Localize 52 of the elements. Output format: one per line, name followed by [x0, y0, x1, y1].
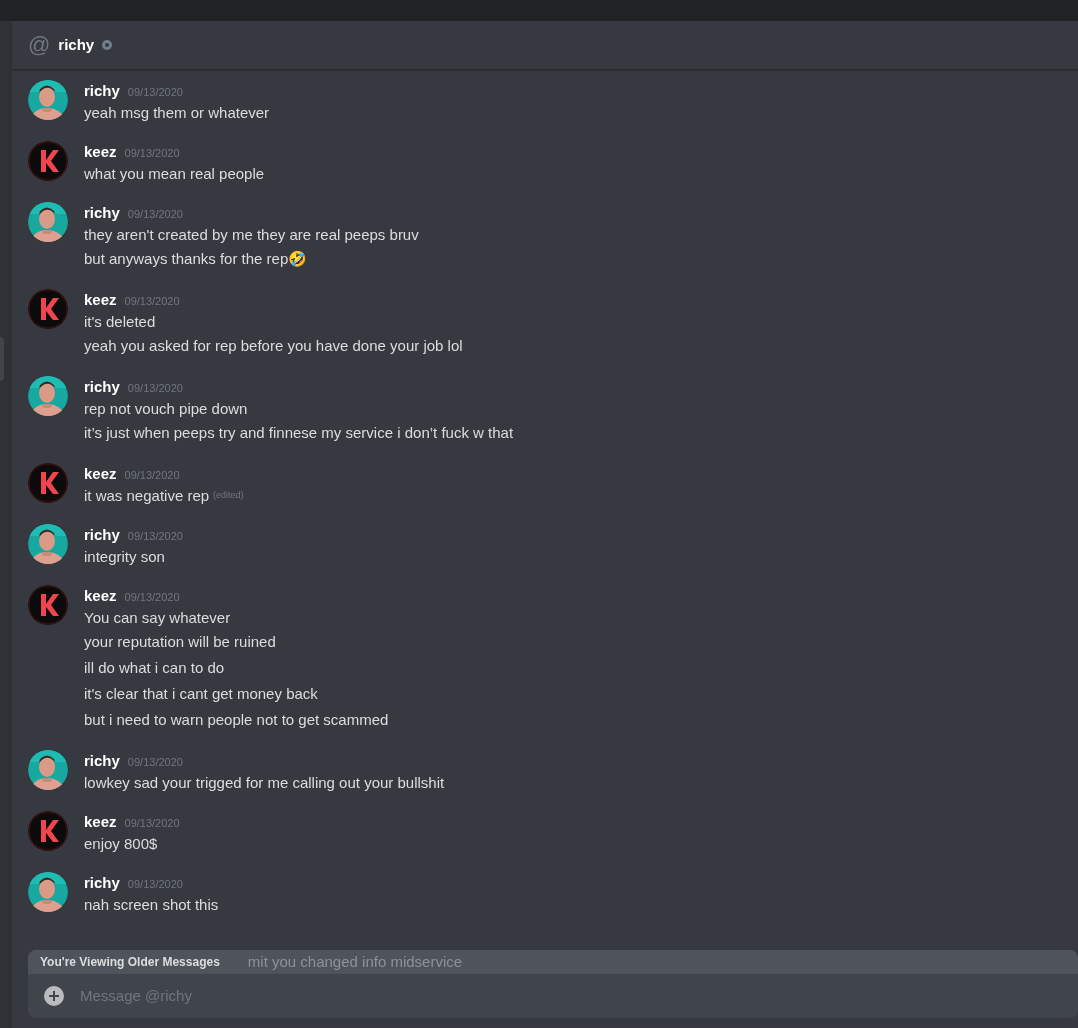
message-text: but anyways thanks for the rep🤣 — [84, 248, 308, 269]
message-text: You can say whatever — [84, 607, 231, 628]
author-name[interactable]: keez — [84, 811, 117, 834]
message-text: it was negative rep — [84, 485, 210, 506]
logo-avatar-icon — [28, 289, 68, 329]
edited-label: (edited) — [213, 489, 244, 503]
message-text: lowkey sad your trigged for me calling out your bullshit — [84, 772, 445, 793]
timestamp: 09/13/2020 — [124, 590, 180, 605]
message-text: it’s just when peeps try and finnese my service i don’t fuck w that — [84, 422, 514, 443]
add-button[interactable] — [44, 986, 64, 1006]
author-name[interactable]: keez — [84, 585, 117, 608]
message-text: integrity son — [84, 546, 165, 567]
at-icon: @ — [28, 34, 51, 56]
author-name[interactable]: richy — [84, 524, 120, 547]
timestamp: 09/13/2020 — [124, 146, 180, 161]
channel-title: richy — [58, 34, 95, 55]
message-text: what you mean real people — [84, 163, 265, 184]
covered-message-text: mit you changed info midservice — [247, 951, 463, 972]
message-text: nah screen shot this — [84, 894, 219, 915]
author-name[interactable]: richy — [84, 750, 120, 773]
timestamp: 09/13/2020 — [127, 85, 183, 100]
timestamp: 09/13/2020 — [124, 294, 180, 309]
timestamp: 09/13/2020 — [127, 381, 183, 396]
timestamp: 09/13/2020 — [124, 816, 180, 831]
author-name[interactable]: richy — [84, 376, 120, 399]
message-text: it's clear that i cant get money back — [84, 683, 318, 704]
author-name[interactable]: keez — [84, 463, 117, 486]
plus-icon — [49, 991, 59, 1001]
message-text: yeah msg them or whatever — [84, 102, 270, 123]
message-text: your reputation will be ruined — [84, 631, 276, 652]
message-text: ill do what i can to do — [84, 657, 225, 678]
timestamp: 09/13/2020 — [124, 468, 180, 483]
author-name[interactable]: keez — [84, 141, 117, 164]
message-text: it's deleted — [84, 311, 156, 332]
banner-title: You're Viewing Older Messages — [40, 954, 220, 971]
author-name[interactable]: richy — [84, 80, 120, 103]
author-name[interactable]: keez — [84, 289, 117, 312]
timestamp: 09/13/2020 — [127, 207, 183, 222]
message-text: enjoy 800$ — [84, 833, 158, 854]
message-text: yeah you asked for rep before you have done your job lol — [84, 335, 463, 356]
message-text: they aren't created by me they are real peeps bruv — [84, 224, 419, 245]
logo-avatar-icon — [28, 141, 68, 181]
message-text: but i need to warn people not to get scammed — [84, 709, 389, 730]
message-text: rep not vouch pipe down — [84, 398, 248, 419]
author-name[interactable]: richy — [84, 202, 120, 225]
logo-avatar-icon — [28, 585, 68, 625]
timestamp: 09/13/2020 — [127, 877, 183, 892]
logo-avatar-icon — [28, 463, 68, 503]
timestamp: 09/13/2020 — [127, 755, 183, 770]
author-name[interactable]: richy — [84, 872, 120, 895]
logo-avatar-icon — [28, 811, 68, 851]
timestamp: 09/13/2020 — [127, 529, 183, 544]
